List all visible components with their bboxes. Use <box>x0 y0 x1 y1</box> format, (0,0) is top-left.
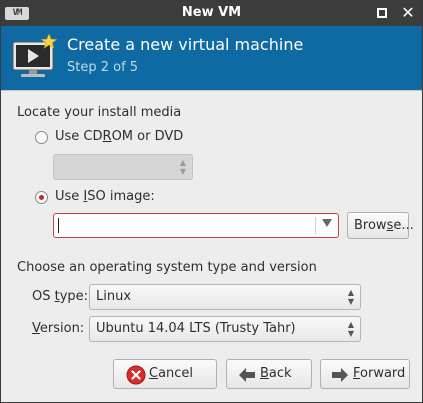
cdrom-radio-label[interactable]: Use CDROM or DVD <box>55 129 183 144</box>
back-button[interactable]: Back <box>226 359 312 389</box>
os-version-value: Ubuntu 14.04 LTS (Trusty Tahr) <box>96 321 296 336</box>
cancel-button[interactable]: Cancel <box>113 359 217 389</box>
maximize-button[interactable] <box>377 8 387 18</box>
select-arrows-icon: ▲ ▼ <box>179 158 186 176</box>
os-type-label: OS type: <box>32 289 89 304</box>
combo-divider <box>315 217 316 234</box>
iso-radio[interactable] <box>35 191 48 204</box>
iso-path-combo[interactable] <box>53 213 339 238</box>
forward-button[interactable]: Forward <box>320 359 410 389</box>
arrow-left-icon <box>239 368 255 382</box>
window-title: New VM <box>181 5 242 20</box>
select-arrows-icon: ▲ ▼ <box>347 288 354 306</box>
vm-monitor-star-icon <box>12 34 57 77</box>
os-type-value: Linux <box>96 289 132 304</box>
iso-path-input[interactable] <box>58 217 308 234</box>
header-banner: Create a new virtual machine Step 2 of 5 <box>1 26 422 90</box>
dropdown-arrow-icon[interactable] <box>322 219 332 227</box>
os-version-select[interactable]: Ubuntu 14.04 LTS (Trusty Tahr) ▲ ▼ <box>89 316 361 342</box>
new-vm-window: VM New VM ✕ Create a new virtual machine… <box>0 0 423 403</box>
os-type-select[interactable]: Linux ▲ ▼ <box>89 284 361 310</box>
browse-button[interactable]: Browse... <box>347 212 414 239</box>
close-button[interactable]: ✕ <box>399 3 417 23</box>
arrow-right-icon <box>332 368 348 382</box>
text-cursor <box>58 218 59 233</box>
page-heading: Create a new virtual machine <box>67 35 304 54</box>
select-arrows-icon: ▲ ▼ <box>347 320 354 338</box>
install-media-section-label: Locate your install media <box>17 105 182 120</box>
cancel-icon <box>126 365 146 385</box>
step-indicator: Step 2 of 5 <box>67 60 139 75</box>
title-bar: VM New VM ✕ <box>1 1 422 26</box>
iso-radio-label[interactable]: Use ISO image: <box>55 189 155 204</box>
cdrom-radio[interactable] <box>35 131 48 144</box>
os-section-label: Choose an operating system type and vers… <box>17 260 317 275</box>
os-version-label: Version: <box>32 321 85 336</box>
cdrom-device-select: ▲ ▼ <box>53 154 193 180</box>
